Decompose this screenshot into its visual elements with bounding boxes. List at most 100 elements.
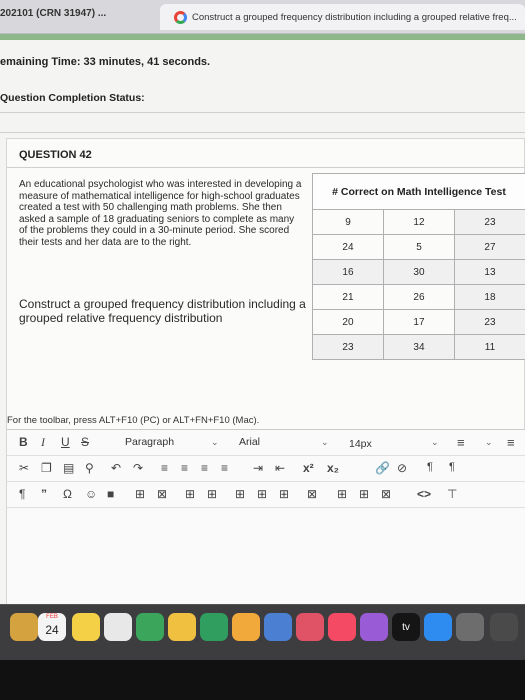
blockquote-icon[interactable]: ” [41,487,47,501]
divider [0,132,525,133]
superscript-icon[interactable]: x² [303,461,314,475]
pages-icon[interactable] [232,613,260,641]
chevron-down-icon[interactable]: ⌄ [485,437,493,448]
table-header: # Correct on Math Intelligence Test [312,173,525,210]
special-character-icon[interactable]: Ω [63,487,72,501]
bold-button[interactable]: B [19,435,28,449]
photos-icon[interactable] [168,613,196,641]
size-select[interactable]: 14px [349,438,372,456]
facetime-icon[interactable] [200,613,228,641]
table-cell: 13 [453,259,525,285]
table-insert-icon[interactable]: ⊞ [235,487,245,501]
merge-icon[interactable]: ⊠ [307,487,317,501]
underline-button[interactable]: U [61,435,70,449]
cell-icon[interactable]: ⊞ [359,487,369,501]
table-cell: 23 [453,209,525,235]
rtl-icon[interactable]: ¶ [449,461,455,473]
google-icon [174,11,187,24]
outdent-icon[interactable]: ⇤ [275,461,285,475]
code-icon[interactable]: <> [417,487,431,501]
toolbar-hint: For the toolbar, press ALT+F10 (PC) or A… [7,415,260,426]
tab-course[interactable]: 202101 (CRN 31947) ... [0,8,106,19]
paragraph-mark-icon[interactable]: ¶ [19,487,25,501]
calendar-icon[interactable]: FEB 24 [38,613,66,641]
tab-active[interactable]: Construct a grouped frequency distributi… [160,4,525,30]
question-panel: QUESTION 42 An educational psychologist … [6,138,525,605]
font-select[interactable]: Arial [239,436,260,454]
strikethrough-button[interactable]: S [81,435,89,449]
table-icon[interactable]: ⊞ [135,487,145,501]
macos-dock: FEB 24 tv [0,604,525,660]
table-delete-icon[interactable]: ⊞ [257,487,267,501]
tv-icon[interactable]: tv [392,613,420,641]
table-col-icon[interactable]: ⊞ [207,487,217,501]
table-cell: 23 [453,309,525,335]
table-row: 9 12 23 [312,209,525,235]
podcasts-icon[interactable] [360,613,388,641]
table-cell: 12 [382,209,455,235]
bullet-list-icon[interactable]: ≡ [457,435,465,450]
table-cell: 23 [312,334,384,360]
remaining-time: emaining Time: 33 minutes, 41 seconds. [0,56,210,68]
timer-label: emaining Time: [0,56,81,68]
align-left-icon[interactable]: ≡ [161,461,168,475]
redo-icon[interactable]: ↷ [133,461,143,475]
subscript-icon[interactable]: x₂ [327,461,339,475]
table-cell: 18 [453,284,525,310]
find-icon[interactable]: ⚲ [85,461,94,475]
rich-text-editor[interactable]: B I U S Paragraph ⌄ Arial ⌄ 14px ⌄ ≡ ⌄ ≡… [7,429,525,605]
bookmark-icon[interactable]: ■ [107,487,114,501]
table-cell: 27 [453,234,525,260]
table-cell: 5 [382,234,455,260]
progress-strip [0,34,525,40]
chevron-down-icon[interactable]: ⌄ [431,437,439,448]
app-icon[interactable] [490,613,518,641]
browser-tab-bar: 202101 (CRN 31947) ... Construct a group… [0,0,525,34]
divider [7,167,525,168]
justify-icon[interactable]: ≡ [221,461,228,475]
assessment-page: emaining Time: 33 minutes, 41 seconds. Q… [0,34,525,605]
ltr-icon[interactable]: ¶ [427,461,433,473]
table-cell: 34 [382,334,455,360]
copy-icon[interactable]: ❐ [41,461,52,475]
table-props-icon[interactable]: ⊞ [279,487,289,501]
paste-icon[interactable]: ▤ [63,461,74,475]
table-cell: 9 [312,209,384,235]
close-icon[interactable]: ⊠ [157,487,167,501]
folder-icon[interactable] [10,613,38,641]
indent-icon[interactable]: ⇥ [253,461,263,475]
table-row: 20 17 23 [312,309,525,335]
align-right-icon[interactable]: ≡ [201,461,208,475]
app-store-icon[interactable] [424,613,452,641]
chevron-down-icon[interactable]: ⌄ [321,437,329,448]
cut-icon[interactable]: ✂ [19,461,29,475]
unlink-icon[interactable]: ⊘ [397,461,407,475]
table-row: 21 26 18 [312,284,525,310]
delete-cell-icon[interactable]: ⊠ [381,487,391,501]
table-cell: 30 [382,259,455,285]
link-icon[interactable]: 🔗 [375,461,390,475]
divider [0,112,525,113]
maps-icon[interactable] [136,613,164,641]
numbered-list-icon[interactable]: ≡ [507,435,515,450]
emoji-icon[interactable]: ☺ [85,487,97,501]
notes-icon[interactable] [72,613,100,641]
keynote-icon[interactable] [264,613,292,641]
calendar-month: FEB [46,614,58,620]
chevron-down-icon[interactable]: ⌄ [211,437,219,448]
table-row: 16 30 13 [312,259,525,285]
align-center-icon[interactable]: ≡ [181,461,188,475]
settings-icon[interactable] [456,613,484,641]
italic-button[interactable]: I [41,435,45,450]
table-cell: 11 [453,334,525,360]
reminders-icon[interactable] [104,613,132,641]
format-icon[interactable]: ⊤ [447,487,457,501]
split-icon[interactable]: ⊞ [337,487,347,501]
news-icon[interactable] [296,613,324,641]
music-icon[interactable] [328,613,356,641]
table-row-icon[interactable]: ⊞ [185,487,195,501]
timer-value: 33 minutes, 41 seconds. [83,56,211,68]
undo-icon[interactable]: ↶ [111,461,121,475]
paragraph-select[interactable]: Paragraph [125,436,174,454]
laptop-bezel [0,660,525,700]
